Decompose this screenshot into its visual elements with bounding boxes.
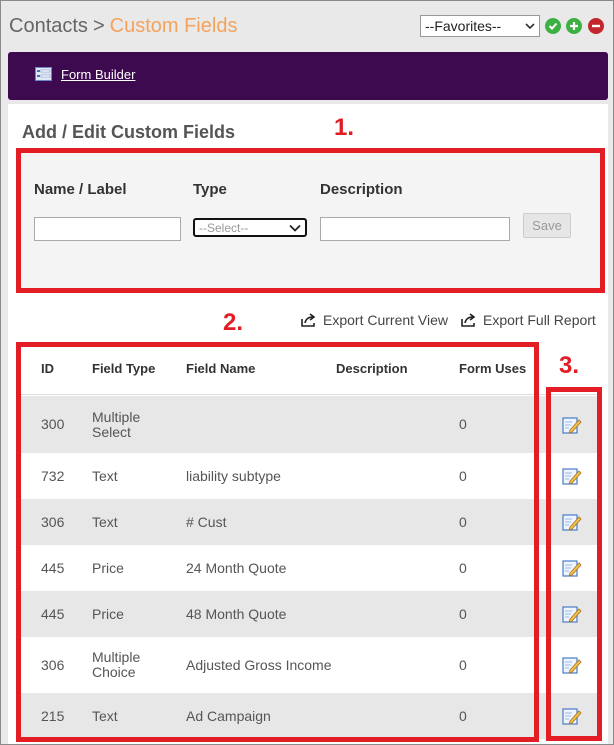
column-header-id[interactable]: ID [41,361,54,376]
export-full-report-label: Export Full Report [483,312,596,328]
save-button[interactable]: Save [523,213,571,238]
column-header-field-type[interactable]: Field Type [92,361,155,376]
export-current-view-label: Export Current View [323,312,449,328]
edit-pencil-icon[interactable] [561,603,583,625]
cell-field-type: Text [92,467,118,484]
table-row[interactable]: 300 Multiple Select 0 [17,396,600,453]
export-full-report-link[interactable]: Export Full Report [460,312,596,328]
table-row[interactable]: 306 Text # Cust 0 [17,499,600,545]
table-row[interactable]: 445 Price 48 Month Quote 0 [17,591,600,637]
annotation-label-2: 2. [223,309,244,336]
cell-field-type: Text [92,513,118,530]
annotation-label-3: 3. [559,352,580,379]
cell-id: 306 [41,513,65,530]
nav-bar: Form Builder [8,52,608,100]
cell-id: 445 [41,559,65,576]
favorites-selected-value: --Favorites-- [425,18,502,34]
main-panel: Add / Edit Custom Fields Name / Label Ty… [8,104,608,744]
plus-circle-icon[interactable] [566,18,582,34]
type-selected-value: --Select-- [199,220,249,235]
name-input[interactable] [34,217,181,241]
table-row[interactable]: 732 Text liability subtype 0 [17,453,600,499]
export-icon [301,312,316,327]
table-header: ID Field Type Field Name Description For… [17,341,600,395]
cell-form-uses: 0 [459,416,467,432]
cell-field-type: Price [92,559,124,576]
cell-id: 300 [41,416,65,432]
minus-circle-icon[interactable] [588,18,604,34]
section-title: Add / Edit Custom Fields [22,122,236,142]
edit-pencil-icon[interactable] [561,557,583,579]
edit-pencil-icon[interactable] [561,414,583,436]
type-select[interactable]: --Select-- [193,218,307,237]
check-circle-icon[interactable] [545,18,561,34]
cell-form-uses: 0 [459,656,467,673]
breadcrumb-root[interactable]: Contacts [9,15,88,37]
table-row[interactable]: 306 Multiple Choice Adjusted Gross Income 0 [17,637,600,693]
edit-pencil-icon[interactable] [561,511,583,533]
edit-pencil-icon[interactable] [561,705,583,727]
form-builder-icon [35,67,52,81]
cell-field-name: 24 Month Quote [186,559,287,576]
type-label: Type [193,181,227,198]
app-window: Contacts > Custom Fields --Favorites-- For… [0,0,614,745]
edit-pencil-icon[interactable] [561,465,583,487]
name-label: Name / Label [34,181,127,198]
cell-field-name: Adjusted Gross Income [186,656,332,673]
cell-field-name: 48 Month Quote [186,605,287,622]
chevron-down-icon [289,224,301,232]
description-input[interactable] [320,217,510,241]
annotation-label-1: 1. [334,114,355,141]
breadcrumb-separator: > [92,15,105,37]
cell-field-name: liability subtype [186,467,281,484]
column-header-form-uses[interactable]: Form Uses [459,361,526,376]
cell-id: 306 [41,656,65,673]
cell-field-type: Text [92,707,118,724]
cell-form-uses: 0 [459,605,467,622]
cell-form-uses: 0 [459,707,467,724]
cell-id: 732 [41,467,65,484]
cell-form-uses: 0 [459,513,467,530]
export-icon [461,312,476,327]
chevron-down-icon [525,23,535,30]
cell-field-type: Multiple Choice [92,649,141,680]
cell-field-type: Multiple Select [92,408,141,440]
breadcrumb-current: Custom Fields [109,15,238,37]
description-label: Description [320,181,403,198]
cell-id: 215 [41,707,65,724]
cell-field-name: # Cust [186,513,227,530]
edit-pencil-icon[interactable] [561,654,583,676]
cell-form-uses: 0 [459,559,467,576]
cell-field-name: Ad Campaign [186,707,271,724]
export-current-view-link[interactable]: Export Current View [300,312,448,328]
column-header-field-name[interactable]: Field Name [186,361,255,376]
form-builder-link[interactable]: Form Builder [61,67,135,82]
column-header-description[interactable]: Description [336,361,408,376]
top-bar: Contacts > Custom Fields --Favorites-- [1,1,613,51]
table-row[interactable]: 445 Price 24 Month Quote 0 [17,545,600,591]
add-field-form: Name / Label Type Description --Select--… [17,148,602,291]
table-row[interactable]: 215 Text Ad Campaign 0 [17,693,600,739]
cell-field-type: Price [92,605,124,622]
cell-id: 445 [41,605,65,622]
cell-form-uses: 0 [459,467,467,484]
breadcrumb: Contacts > Custom Fields [9,15,237,38]
favorites-select[interactable]: --Favorites-- [420,15,540,37]
